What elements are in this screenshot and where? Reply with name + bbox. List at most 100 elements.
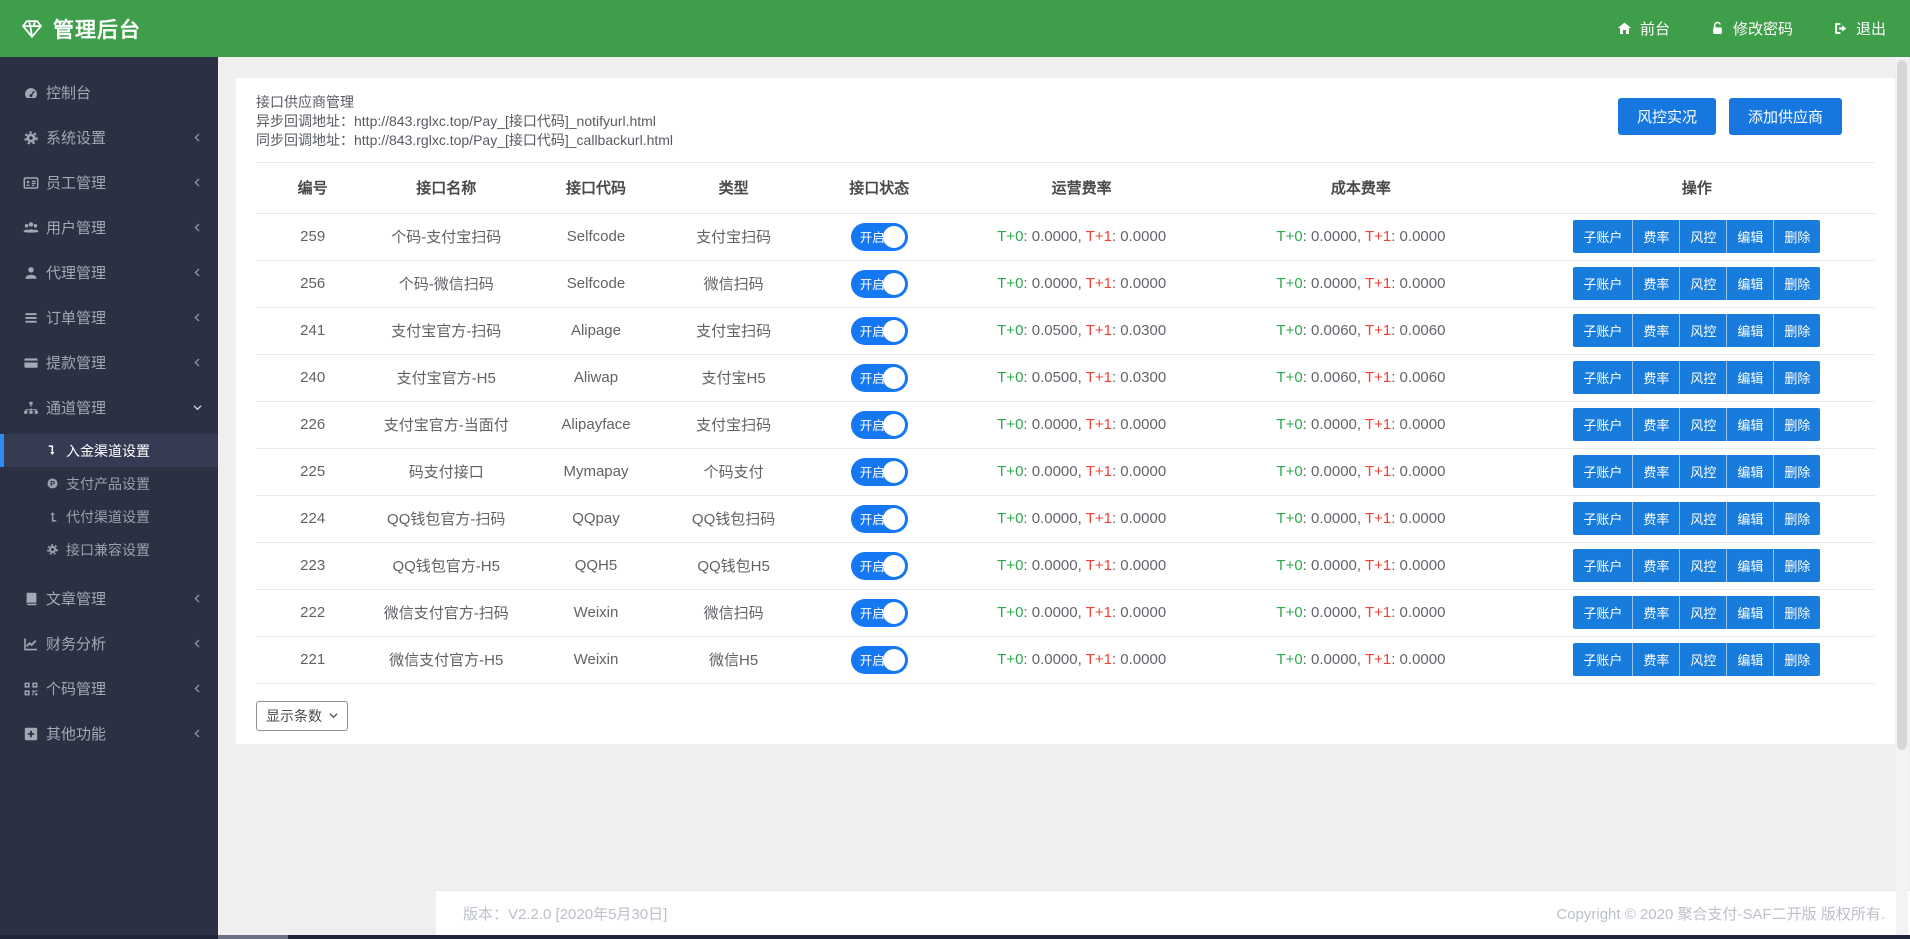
risk-button[interactable]: 风控 (1679, 267, 1726, 300)
nav-logout[interactable]: 退出 (1833, 18, 1886, 39)
risk-button[interactable]: 风控 (1679, 549, 1726, 582)
status-toggle[interactable]: 开启 (851, 270, 908, 298)
risk-button[interactable]: 风控 (1679, 220, 1726, 253)
horizontal-scrollbar[interactable] (0, 935, 1910, 939)
delete-button[interactable]: 删除 (1773, 361, 1820, 394)
fee-cell: T+0: 0.0000, T+1: 0.0000 (960, 495, 1203, 542)
edit-button[interactable]: 编辑 (1726, 643, 1773, 676)
edit-button[interactable]: 编辑 (1726, 455, 1773, 488)
sidebar-item-user-management[interactable]: 用户管理 (0, 205, 218, 250)
rate-button[interactable]: 费率 (1632, 643, 1679, 676)
fee-cell: T+0: 0.0060, T+1: 0.0060 (1203, 354, 1519, 401)
vertical-scrollbar[interactable] (1896, 57, 1908, 935)
edit-button[interactable]: 编辑 (1726, 408, 1773, 441)
rate-button[interactable]: 费率 (1632, 549, 1679, 582)
rate-button[interactable]: 费率 (1632, 220, 1679, 253)
status-toggle[interactable]: 开启 (851, 223, 908, 251)
status-toggle[interactable]: 开启 (851, 505, 908, 533)
status-toggle[interactable]: 开启 (851, 599, 908, 627)
edit-button[interactable]: 编辑 (1726, 314, 1773, 347)
sidebar-item-dashboard[interactable]: 控制台 (0, 70, 218, 115)
nav-front-site[interactable]: 前台 (1617, 18, 1670, 39)
sub-account-button[interactable]: 子账户 (1573, 502, 1632, 535)
sub-account-button[interactable]: 子账户 (1573, 643, 1632, 676)
edit-button[interactable]: 编辑 (1726, 361, 1773, 394)
risk-button[interactable]: 风控 (1679, 361, 1726, 394)
delete-button[interactable]: 删除 (1773, 455, 1820, 488)
sub-account-button[interactable]: 子账户 (1573, 220, 1632, 253)
rate-button[interactable]: 费率 (1632, 455, 1679, 488)
interface-type: 支付宝扫码 (669, 401, 799, 448)
page-size-select[interactable]: 显示条数 (256, 701, 348, 731)
sidebar-item-article-management[interactable]: 文章管理 (0, 576, 218, 621)
edit-button[interactable]: 编辑 (1726, 502, 1773, 535)
risk-button[interactable]: 风控 (1679, 314, 1726, 347)
rate-button[interactable]: 费率 (1632, 267, 1679, 300)
delete-button[interactable]: 删除 (1773, 596, 1820, 629)
sitemap-icon (23, 400, 39, 416)
risk-button[interactable]: 风控 (1679, 408, 1726, 441)
sidebar-item-agent-management[interactable]: 代理管理 (0, 250, 218, 295)
sidebar-item-personal-code-management[interactable]: 个码管理 (0, 666, 218, 711)
nav-change-password[interactable]: 修改密码 (1710, 18, 1793, 39)
sub-account-button[interactable]: 子账户 (1573, 549, 1632, 582)
toggle-knob (883, 508, 905, 530)
sub-account-button[interactable]: 子账户 (1573, 408, 1632, 441)
delete-button[interactable]: 删除 (1773, 643, 1820, 676)
sub-account-button[interactable]: 子账户 (1573, 314, 1632, 347)
delete-button[interactable]: 删除 (1773, 408, 1820, 441)
interface-code: Alipage (523, 307, 669, 354)
rate-button[interactable]: 费率 (1632, 361, 1679, 394)
fee-cell: T+0: 0.0000, T+1: 0.0000 (1203, 495, 1519, 542)
risk-button[interactable]: 风控 (1679, 455, 1726, 488)
sidebar-item-withdraw-management[interactable]: 提款管理 (0, 340, 218, 385)
sidebar-subitem-interface-compat-settings[interactable]: 接口兼容设置 (0, 533, 218, 566)
delete-button[interactable]: 删除 (1773, 549, 1820, 582)
app-brand[interactable]: 管理后台 (0, 14, 141, 44)
sub-account-button[interactable]: 子账户 (1573, 596, 1632, 629)
sidebar-item-staff-management[interactable]: 员工管理 (0, 160, 218, 205)
delete-button[interactable]: 删除 (1773, 502, 1820, 535)
vertical-scrollbar-thumb[interactable] (1897, 60, 1907, 750)
status-toggle[interactable]: 开启 (851, 364, 908, 392)
delete-button[interactable]: 删除 (1773, 314, 1820, 347)
delete-button[interactable]: 删除 (1773, 220, 1820, 253)
risk-button[interactable]: 风控 (1679, 643, 1726, 676)
row-id: 221 (256, 636, 369, 683)
interface-type: 支付宝H5 (669, 354, 799, 401)
status-cell: 开启 (798, 307, 960, 354)
risk-button[interactable]: 风控 (1679, 502, 1726, 535)
status-toggle[interactable]: 开启 (851, 317, 908, 345)
add-provider-button[interactable]: 添加供应商 (1729, 98, 1842, 135)
sidebar-subitem-payment-product-settings[interactable]: P支付产品设置 (0, 467, 218, 500)
rate-button[interactable]: 费率 (1632, 502, 1679, 535)
sub-account-button[interactable]: 子账户 (1573, 455, 1632, 488)
sub-account-button[interactable]: 子账户 (1573, 267, 1632, 300)
sidebar-item-system-settings[interactable]: 系统设置 (0, 115, 218, 160)
sub-account-button[interactable]: 子账户 (1573, 361, 1632, 394)
status-toggle[interactable]: 开启 (851, 411, 908, 439)
edit-button[interactable]: 编辑 (1726, 220, 1773, 253)
risk-live-button[interactable]: 风控实况 (1618, 98, 1716, 135)
status-toggle[interactable]: 开启 (851, 552, 908, 580)
status-cell: 开启 (798, 495, 960, 542)
risk-button[interactable]: 风控 (1679, 596, 1726, 629)
rate-button[interactable]: 费率 (1632, 596, 1679, 629)
sidebar-item-channel-management[interactable]: 通道管理 (0, 385, 218, 430)
sidebar-item-other-functions[interactable]: 其他功能 (0, 711, 218, 756)
edit-button[interactable]: 编辑 (1726, 596, 1773, 629)
delete-button[interactable]: 删除 (1773, 267, 1820, 300)
rate-button[interactable]: 费率 (1632, 408, 1679, 441)
interface-type: 支付宝扫码 (669, 307, 799, 354)
sidebar-item-order-management[interactable]: 订单管理 (0, 295, 218, 340)
sidebar-subitem-deposit-channel-settings[interactable]: 入金渠道设置 (0, 434, 218, 467)
status-toggle[interactable]: 开启 (851, 646, 908, 674)
rate-button[interactable]: 费率 (1632, 314, 1679, 347)
status-toggle[interactable]: 开启 (851, 458, 908, 486)
horizontal-scrollbar-thumb[interactable] (218, 935, 288, 939)
sidebar-item-finance-analysis[interactable]: 财务分析 (0, 621, 218, 666)
sidebar-subitem-payout-channel-settings[interactable]: 代付渠道设置 (0, 500, 218, 533)
edit-button[interactable]: 编辑 (1726, 267, 1773, 300)
edit-button[interactable]: 编辑 (1726, 549, 1773, 582)
status-cell: 开启 (798, 448, 960, 495)
